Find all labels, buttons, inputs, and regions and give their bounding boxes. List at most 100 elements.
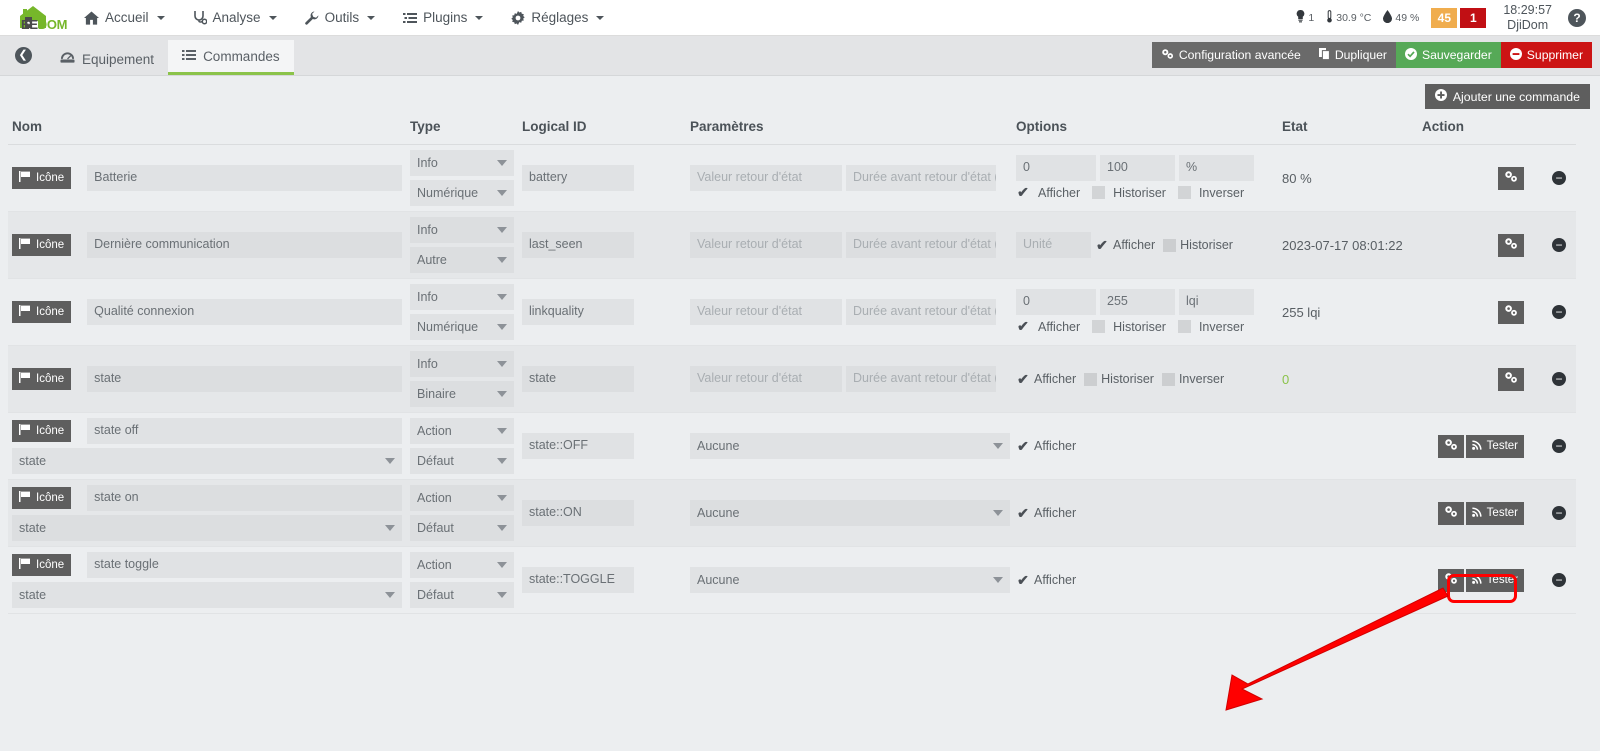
logical-id-input[interactable]: state::TOGGLE [522, 567, 634, 593]
unit-input[interactable]: Unité [1016, 232, 1091, 258]
nav-item-accueil[interactable]: Accueil [70, 0, 179, 36]
help-icon[interactable]: ? [1568, 8, 1586, 27]
checkbox-afficher-checked[interactable]: ✔ [1016, 184, 1030, 201]
min-input[interactable]: 0 [1016, 289, 1096, 315]
logical-id-input[interactable]: state [522, 366, 634, 392]
unit-input[interactable]: lqi [1179, 289, 1254, 315]
logical-id-input[interactable]: last_seen [522, 232, 634, 258]
checkbox-inverser[interactable] [1177, 320, 1191, 333]
max-input[interactable]: 255 [1100, 289, 1175, 315]
subtype-select[interactable]: Autre [410, 247, 514, 273]
delete-button[interactable]: Supprimer [1500, 42, 1592, 68]
checkbox-inverser[interactable] [1161, 372, 1175, 386]
subtype-select[interactable]: Numérique [410, 314, 514, 340]
configure-command-button[interactable] [1498, 300, 1524, 324]
parameter-select[interactable]: Aucune [690, 433, 1010, 459]
badge-warning-count[interactable]: 45 [1431, 7, 1458, 28]
flag-icon-button[interactable]: Icône [12, 368, 72, 390]
max-input[interactable]: 100 [1100, 155, 1175, 181]
remove-command-button[interactable]: − [1552, 305, 1566, 319]
value-return-input[interactable]: Valeur retour d'état [690, 232, 842, 258]
checkbox-historiser[interactable] [1092, 320, 1106, 333]
configure-command-button[interactable] [1437, 501, 1464, 525]
checkbox-afficher-checked[interactable]: ✔ [1095, 237, 1109, 254]
duration-return-input[interactable]: Durée avant retour d'état (min) [846, 299, 996, 325]
configure-command-button[interactable] [1498, 166, 1524, 190]
checkbox-afficher-checked[interactable]: ✔ [1016, 438, 1030, 455]
logical-id-input[interactable]: state::ON [522, 500, 634, 526]
command-name-input[interactable]: state off [87, 418, 402, 444]
flag-icon-button[interactable]: Icône [12, 554, 72, 576]
tester-button[interactable]: Tester [1465, 434, 1524, 458]
value-return-input[interactable]: Valeur retour d'état [690, 366, 842, 392]
save-button[interactable]: Sauvegarder [1395, 42, 1501, 68]
jeedom-logo[interactable]: EEDOM [0, 0, 70, 36]
value-return-input[interactable]: Valeur retour d'état [690, 299, 842, 325]
type-select[interactable]: Action [410, 485, 514, 511]
command-name-input[interactable]: state toggle [87, 552, 402, 578]
duration-return-input[interactable]: Durée avant retour d'état (min) [846, 165, 996, 191]
checkbox-inverser[interactable] [1177, 186, 1191, 199]
badge-error-count[interactable]: 1 [1460, 7, 1487, 28]
checkbox-historiser[interactable] [1092, 186, 1106, 199]
command-value-select[interactable]: state [12, 515, 402, 541]
remove-command-button[interactable]: − [1552, 506, 1566, 520]
type-select[interactable]: Info [410, 150, 514, 176]
subtype-select[interactable]: Défaut [410, 582, 514, 608]
command-value-select[interactable]: state [12, 582, 402, 608]
tab-commandes[interactable]: Commandes [168, 40, 294, 75]
remove-command-button[interactable]: − [1552, 238, 1566, 252]
checkbox-historiser[interactable] [1163, 238, 1177, 252]
flag-icon-button[interactable]: Icône [12, 301, 72, 323]
type-select[interactable]: Action [410, 552, 514, 578]
duplicate-button[interactable]: Dupliquer [1309, 42, 1396, 68]
logical-id-input[interactable]: linkquality [522, 299, 634, 325]
parameter-select[interactable]: Aucune [690, 500, 1010, 526]
command-name-input[interactable]: Dernière communication [87, 232, 402, 258]
command-name-input[interactable]: Qualité connexion [87, 299, 402, 325]
value-return-input[interactable]: Valeur retour d'état [690, 165, 842, 191]
type-select[interactable]: Action [410, 418, 514, 444]
checkbox-historiser[interactable] [1084, 372, 1098, 386]
command-name-input[interactable]: state on [87, 485, 402, 511]
command-name-input[interactable]: state [87, 366, 402, 392]
subtype-select[interactable]: Numérique [410, 180, 514, 206]
logical-id-input[interactable]: battery [522, 165, 634, 191]
checkbox-afficher-checked[interactable]: ✔ [1016, 505, 1030, 522]
advanced-config-button[interactable]: Configuration avancée [1151, 42, 1310, 68]
command-name-input[interactable]: Batterie [87, 165, 402, 191]
tab-equipement[interactable]: Equipement [46, 43, 168, 75]
back-button[interactable]: ❮ [0, 35, 46, 75]
command-value-select[interactable]: state [12, 448, 402, 474]
type-select[interactable]: Info [410, 284, 514, 310]
subtype-select[interactable]: Défaut [410, 448, 514, 474]
nav-item-outils[interactable]: Outils [291, 0, 390, 36]
tester-button[interactable]: Tester [1465, 568, 1524, 592]
parameter-select[interactable]: Aucune [690, 567, 1010, 593]
subtype-select[interactable]: Binaire [410, 381, 514, 407]
checkbox-afficher-checked[interactable]: ✔ [1016, 371, 1030, 388]
flag-icon-button[interactable]: Icône [12, 487, 72, 509]
nav-item-analyse[interactable]: Analyse [179, 0, 291, 36]
logical-id-input[interactable]: state::OFF [522, 433, 634, 459]
duration-return-input[interactable]: Durée avant retour d'état (min) [846, 366, 996, 392]
unit-input[interactable]: % [1179, 155, 1254, 181]
type-select[interactable]: Info [410, 351, 514, 377]
configure-command-button[interactable] [1498, 367, 1524, 391]
checkbox-afficher-checked[interactable]: ✔ [1016, 318, 1030, 335]
remove-command-button[interactable]: − [1552, 372, 1566, 386]
configure-command-button[interactable] [1437, 434, 1464, 458]
type-select[interactable]: Info [410, 217, 514, 243]
configure-command-button[interactable] [1437, 568, 1464, 592]
nav-item-reglages[interactable]: Réglages [497, 0, 618, 36]
nav-item-plugins[interactable]: Plugins [389, 0, 497, 36]
min-input[interactable]: 0 [1016, 155, 1096, 181]
flag-icon-button[interactable]: Icône [12, 234, 72, 256]
duration-return-input[interactable]: Durée avant retour d'état (min) [846, 232, 996, 258]
flag-icon-button[interactable]: Icône [12, 420, 72, 442]
remove-command-button[interactable]: − [1552, 171, 1566, 185]
configure-command-button[interactable] [1498, 233, 1524, 257]
add-command-button[interactable]: Ajouter une commande [1424, 84, 1590, 109]
tester-button[interactable]: Tester [1465, 501, 1524, 525]
remove-command-button[interactable]: − [1552, 439, 1566, 453]
